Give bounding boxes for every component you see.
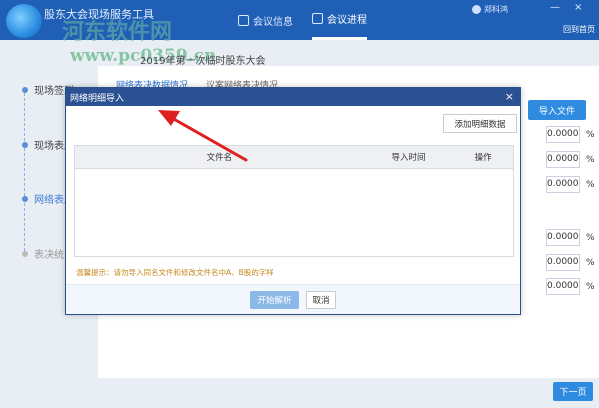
- percent-row: 0.0000 %: [546, 278, 596, 295]
- minimize-button[interactable]: —: [550, 2, 560, 13]
- step-dot-icon: [22, 195, 28, 202]
- add-detail-button[interactable]: 添加明细数据: [443, 114, 517, 133]
- percent-sign: %: [586, 179, 595, 190]
- percent-input[interactable]: 0.0000: [546, 176, 580, 193]
- tab-label: 会议信息: [253, 16, 293, 28]
- tab-meeting-info[interactable]: 会议信息: [238, 0, 293, 40]
- percent-row: 0.0000 %: [546, 254, 596, 271]
- dialog-title: 网络明细导入: [70, 93, 125, 104]
- percent-row: 0.0000 %: [546, 151, 596, 168]
- tab-meeting-process[interactable]: 会议进程: [312, 0, 367, 40]
- percent-row: 0.0000 %: [546, 229, 596, 246]
- file-table: 文件名 导入时间 操作: [74, 145, 514, 257]
- close-icon[interactable]: ×: [505, 90, 514, 103]
- column-header-time: 导入时间: [391, 153, 426, 163]
- app-title: 股东大会现场服务工具: [44, 8, 154, 21]
- percent-sign: %: [586, 129, 595, 140]
- column-header-action: 操作: [474, 153, 492, 163]
- app-logo-icon: [6, 4, 42, 38]
- user-area[interactable]: 郑科鸿: [472, 4, 508, 15]
- dialog-header: 网络明细导入 ×: [66, 88, 520, 106]
- back-home-link[interactable]: 回到首页: [563, 24, 595, 35]
- next-page-button[interactable]: 下一页: [553, 382, 593, 401]
- percent-sign: %: [586, 257, 595, 268]
- start-parse-button[interactable]: 开始解析: [250, 291, 299, 309]
- step-dot-icon: [22, 86, 28, 93]
- step-connector: [24, 93, 25, 251]
- user-name: 郑科鸿: [484, 5, 508, 14]
- tab-label: 会议进程: [327, 15, 367, 26]
- network-import-dialog: 网络明细导入 × 添加明细数据 文件名 导入时间 操作 温馨提示：请勿导入同名文…: [65, 87, 521, 315]
- percent-input[interactable]: 0.0000: [546, 151, 580, 168]
- percent-input[interactable]: 0.0000: [546, 278, 580, 295]
- table-header: 文件名 导入时间 操作: [75, 146, 513, 169]
- percent-input[interactable]: 0.0000: [546, 254, 580, 271]
- percent-sign: %: [586, 281, 595, 292]
- step-dot-icon: [22, 250, 28, 257]
- file-icon: [238, 14, 249, 26]
- process-icon: [312, 13, 323, 24]
- cancel-button[interactable]: 取消: [306, 291, 336, 309]
- percent-input[interactable]: 0.0000: [546, 126, 580, 143]
- percent-row: 0.0000 %: [546, 126, 596, 143]
- import-file-button[interactable]: 导入文件: [528, 100, 586, 120]
- close-window-button[interactable]: ×: [574, 2, 582, 13]
- step-dot-icon: [22, 141, 28, 148]
- top-bar: 股东大会现场服务工具 会议信息 会议进程 郑科鸿 — × 回到首页: [0, 0, 599, 40]
- meeting-title: 2019年第一次临时股东大会: [140, 56, 266, 67]
- tip-text: 温馨提示：请勿导入同名文件和修改文件名中A、B股的字样: [76, 268, 274, 277]
- percent-input[interactable]: 0.0000: [546, 229, 580, 246]
- column-header-filename: 文件名: [206, 153, 233, 163]
- percent-row: 0.0000 %: [546, 176, 596, 193]
- percent-sign: %: [586, 232, 595, 243]
- percent-sign: %: [586, 154, 595, 165]
- user-icon: [472, 5, 481, 14]
- dialog-footer: 开始解析 取消: [66, 284, 520, 314]
